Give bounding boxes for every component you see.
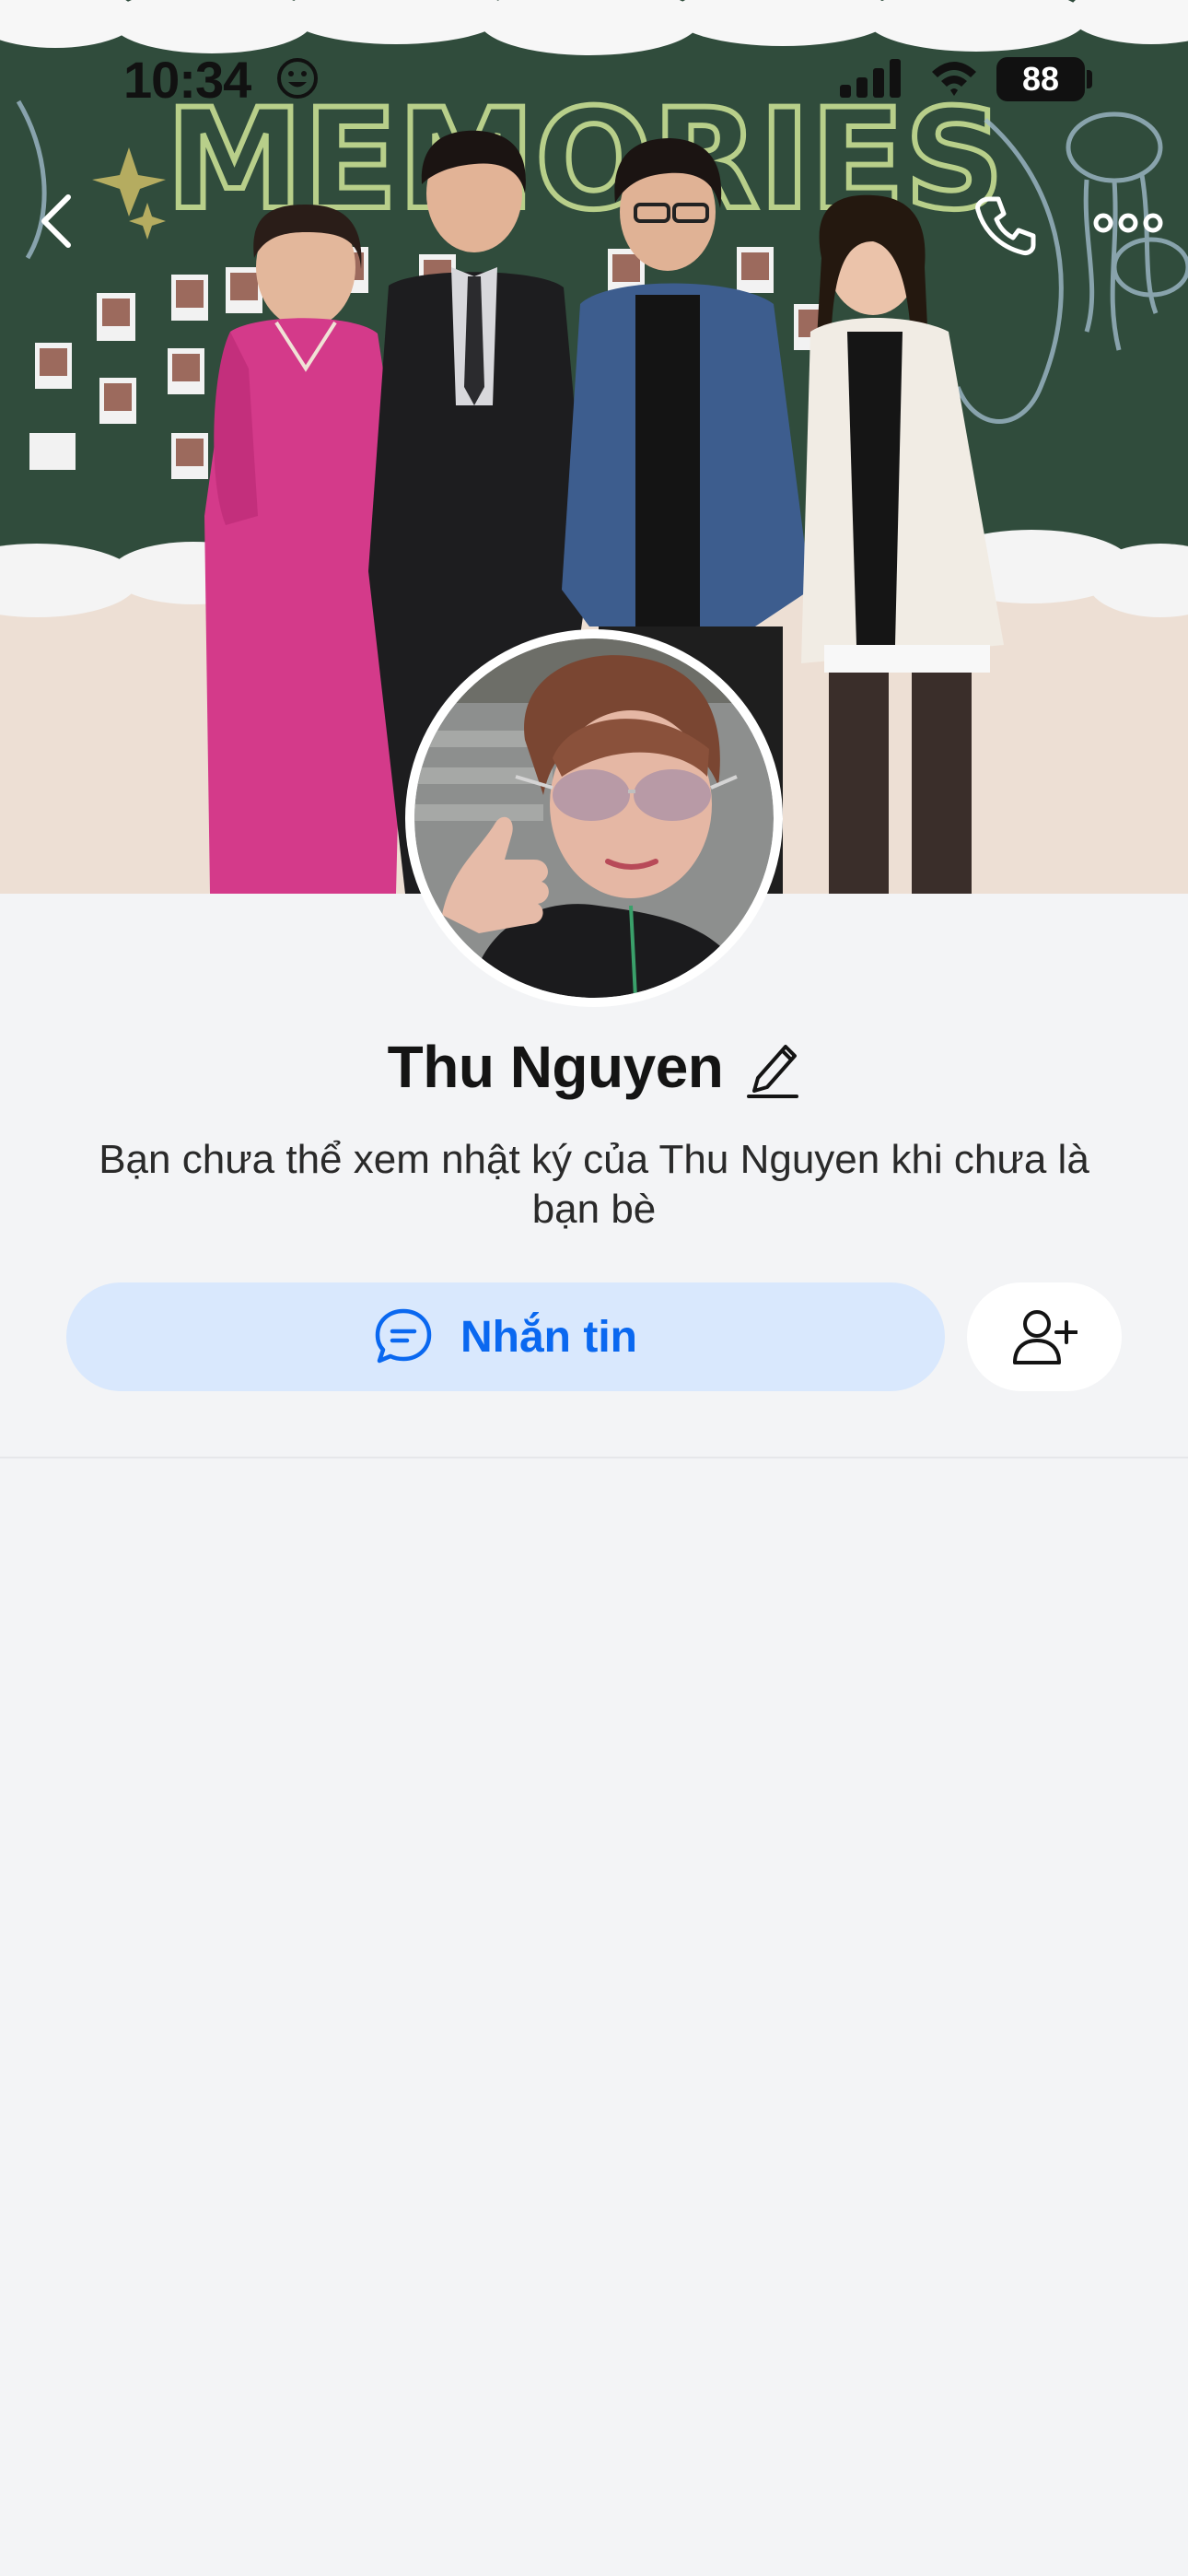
battery-nub	[1087, 70, 1092, 88]
message-button[interactable]: Nhắn tin	[66, 1282, 945, 1391]
add-friend-button[interactable]	[967, 1282, 1122, 1391]
cellular-signal-icon	[840, 59, 901, 98]
avatar[interactable]	[405, 629, 783, 1007]
profile-name-row: Thu Nguyen	[0, 1025, 1188, 1108]
more-button[interactable]	[1092, 195, 1164, 251]
call-button[interactable]	[973, 192, 1039, 258]
friend-required-notice: Bạn chưa thể xem nhật ký của Thu Nguyen …	[99, 1137, 1089, 1232]
section-divider	[0, 1457, 1188, 1458]
pencil-icon[interactable]	[745, 1036, 800, 1098]
smiley-face-icon	[277, 58, 318, 99]
profile-name: Thu Nguyen	[387, 1034, 724, 1100]
wifi-icon	[932, 62, 976, 96]
status-time: 10:34	[123, 51, 251, 109]
phone-icon	[975, 196, 1036, 255]
more-dots-icon	[1093, 213, 1163, 233]
battery-icon: 88	[996, 57, 1085, 101]
back-button[interactable]	[28, 184, 94, 258]
message-button-label: Nhắn tin	[460, 1312, 637, 1362]
add-friend-icon	[1013, 1310, 1077, 1364]
avatar-photo	[414, 638, 774, 998]
chevron-left-icon	[41, 194, 71, 248]
chat-bubble-icon	[375, 1308, 432, 1364]
